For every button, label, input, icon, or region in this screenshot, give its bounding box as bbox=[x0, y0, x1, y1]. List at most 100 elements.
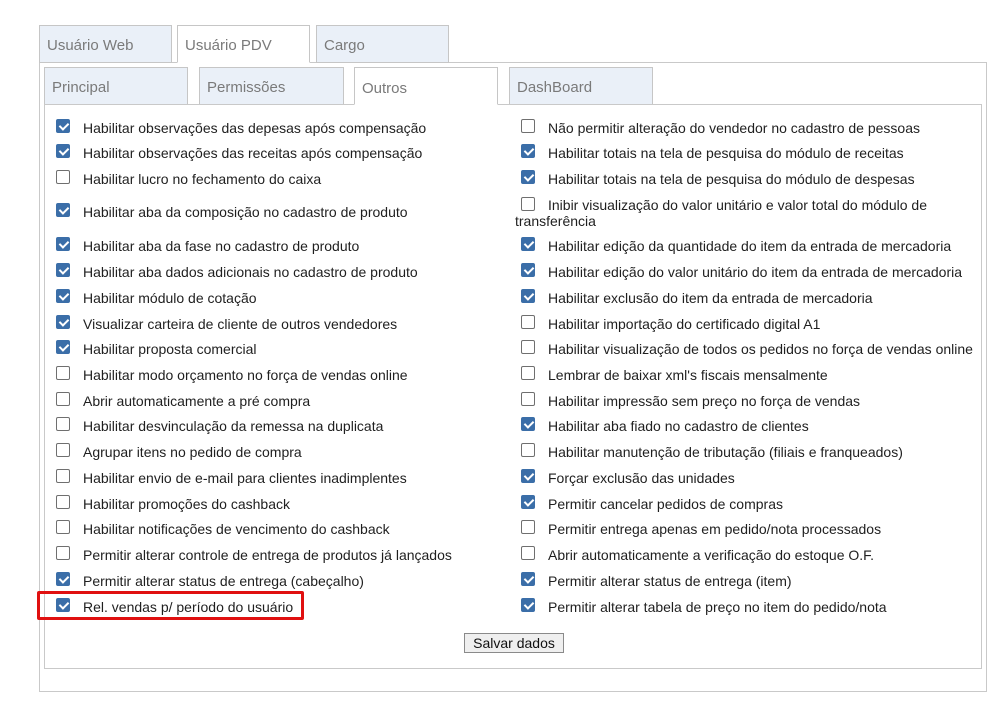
option-checkbox[interactable] bbox=[56, 289, 70, 303]
option-checkbox[interactable] bbox=[521, 170, 535, 184]
option-checkbox[interactable] bbox=[56, 340, 70, 354]
option-checkbox[interactable] bbox=[56, 392, 70, 406]
option-label: Habilitar proposta comercial bbox=[83, 341, 257, 357]
tab-outros[interactable]: Outros bbox=[354, 67, 498, 105]
option-checkbox[interactable] bbox=[521, 263, 535, 277]
tab-usuario-web[interactable]: Usuário Web bbox=[39, 25, 172, 63]
option-label: Habilitar aba fiado no cadastro de clien… bbox=[548, 418, 809, 434]
option-label: Habilitar aba dados adicionais no cadast… bbox=[83, 264, 418, 280]
option-row-left-12[interactable]: Agrupar itens no pedido de compra bbox=[56, 443, 496, 460]
option-row-left-4[interactable]: Habilitar aba da fase no cadastro de pro… bbox=[56, 237, 496, 254]
tab-cargo[interactable]: Cargo bbox=[316, 25, 449, 63]
option-label: Permitir alterar tabela de preço no item… bbox=[548, 599, 887, 615]
option-row-right-1[interactable]: Habilitar totais na tela de pesquisa do … bbox=[521, 144, 971, 161]
option-row-left-6[interactable]: Habilitar módulo de cotação bbox=[56, 289, 496, 306]
option-row-left-13[interactable]: Habilitar envio de e-mail para clientes … bbox=[56, 469, 496, 486]
option-checkbox[interactable] bbox=[56, 572, 70, 586]
option-checkbox[interactable] bbox=[56, 520, 70, 534]
option-row-right-0[interactable]: Não permitir alteração do vendedor no ca… bbox=[521, 119, 971, 136]
option-row-right-16[interactable]: Abrir automaticamente a verificação do e… bbox=[521, 546, 971, 563]
option-label: Habilitar módulo de cotação bbox=[83, 290, 257, 306]
option-row-right-13[interactable]: Forçar exclusão das unidades bbox=[521, 469, 971, 486]
option-label: Habilitar desvinculação da remessa na du… bbox=[83, 418, 384, 434]
option-row-left-2[interactable]: Habilitar lucro no fechamento do caixa bbox=[56, 170, 496, 187]
option-row-right-6[interactable]: Habilitar exclusão do item da entrada de… bbox=[521, 289, 971, 306]
option-checkbox[interactable] bbox=[521, 340, 535, 354]
option-row-left-3[interactable]: Habilitar aba da composição no cadastro … bbox=[56, 203, 496, 220]
tab-principal[interactable]: Principal bbox=[44, 67, 188, 105]
option-checkbox[interactable] bbox=[56, 119, 70, 133]
tab-permissoes[interactable]: Permissões bbox=[199, 67, 344, 105]
option-row-right-14[interactable]: Permitir cancelar pedidos de compras bbox=[521, 495, 971, 512]
option-checkbox[interactable] bbox=[521, 546, 535, 560]
option-row-left-10[interactable]: Abrir automaticamente a pré compra bbox=[56, 392, 496, 409]
option-row-left-15[interactable]: Habilitar notificações de vencimento do … bbox=[56, 520, 496, 537]
option-checkbox[interactable] bbox=[56, 366, 70, 380]
option-checkbox[interactable] bbox=[56, 315, 70, 329]
option-row-right-4[interactable]: Habilitar edição da quantidade do item d… bbox=[521, 237, 971, 254]
option-row-left-8[interactable]: Habilitar proposta comercial bbox=[56, 340, 496, 357]
option-checkbox[interactable] bbox=[521, 315, 535, 329]
option-row-right-12[interactable]: Habilitar manutenção de tributação (fili… bbox=[521, 443, 971, 460]
option-label: Habilitar importação do certificado digi… bbox=[548, 316, 821, 332]
option-label: Abrir automaticamente a verificação do e… bbox=[548, 547, 875, 563]
option-row-right-5[interactable]: Habilitar edição do valor unitário do it… bbox=[521, 263, 971, 280]
option-checkbox[interactable] bbox=[56, 170, 70, 184]
option-row-right-7[interactable]: Habilitar importação do certificado digi… bbox=[521, 315, 971, 332]
option-label: Habilitar modo orçamento no força de ven… bbox=[83, 367, 408, 383]
option-checkbox[interactable] bbox=[521, 237, 535, 251]
option-label: Habilitar impressão sem preço no força d… bbox=[548, 393, 861, 409]
option-checkbox[interactable] bbox=[56, 443, 70, 457]
option-checkbox[interactable] bbox=[56, 417, 70, 431]
option-row-right-8[interactable]: Habilitar visualização de todos os pedid… bbox=[521, 340, 973, 357]
option-row-right-2[interactable]: Habilitar totais na tela de pesquisa do … bbox=[521, 170, 971, 187]
option-checkbox[interactable] bbox=[56, 495, 70, 509]
save-button[interactable]: Salvar dados bbox=[464, 633, 564, 653]
option-row-left-9[interactable]: Habilitar modo orçamento no força de ven… bbox=[56, 366, 496, 383]
option-row-right-10[interactable]: Habilitar impressão sem preço no força d… bbox=[521, 392, 971, 409]
option-row-right-18[interactable]: Permitir alterar tabela de preço no item… bbox=[521, 598, 971, 615]
option-row-right-15[interactable]: Permitir entrega apenas em pedido/nota p… bbox=[521, 520, 971, 537]
option-checkbox[interactable] bbox=[521, 598, 535, 612]
option-checkbox[interactable] bbox=[521, 392, 535, 406]
option-row-right-3[interactable]: Inibir visualização do valor unitário e … bbox=[515, 197, 965, 229]
option-checkbox[interactable] bbox=[521, 197, 535, 211]
option-checkbox[interactable] bbox=[521, 520, 535, 534]
option-label: Habilitar notificações de vencimento do … bbox=[83, 521, 390, 537]
tab-usuario-pdv[interactable]: Usuário PDV bbox=[177, 25, 310, 63]
option-checkbox[interactable] bbox=[521, 443, 535, 457]
option-row-left-5[interactable]: Habilitar aba dados adicionais no cadast… bbox=[56, 263, 496, 280]
option-checkbox[interactable] bbox=[56, 203, 70, 217]
option-row-right-17[interactable]: Permitir alterar status de entrega (item… bbox=[521, 572, 971, 589]
option-checkbox[interactable] bbox=[521, 366, 535, 380]
option-row-left-0[interactable]: Habilitar observações das depesas após c… bbox=[56, 119, 496, 136]
option-checkbox[interactable] bbox=[521, 289, 535, 303]
option-row-right-9[interactable]: Lembrar de baixar xml's fiscais mensalme… bbox=[521, 366, 971, 383]
option-checkbox[interactable] bbox=[521, 417, 535, 431]
option-label: Habilitar edição da quantidade do item d… bbox=[548, 238, 952, 254]
option-checkbox[interactable] bbox=[521, 119, 535, 133]
option-checkbox[interactable] bbox=[56, 144, 70, 158]
option-row-right-11[interactable]: Habilitar aba fiado no cadastro de clien… bbox=[521, 417, 971, 434]
option-row-left-11[interactable]: Habilitar desvinculação da remessa na du… bbox=[56, 417, 496, 434]
option-checkbox[interactable] bbox=[521, 144, 535, 158]
option-row-left-16[interactable]: Permitir alterar controle de entrega de … bbox=[56, 546, 496, 563]
option-checkbox[interactable] bbox=[521, 572, 535, 586]
option-label: Permitir cancelar pedidos de compras bbox=[548, 496, 783, 512]
option-row-left-14[interactable]: Habilitar promoções do cashback bbox=[56, 495, 496, 512]
option-checkbox[interactable] bbox=[521, 495, 535, 509]
option-checkbox[interactable] bbox=[56, 237, 70, 251]
option-label: Habilitar envio de e-mail para clientes … bbox=[83, 470, 407, 486]
option-label: Habilitar totais na tela de pesquisa do … bbox=[548, 145, 904, 161]
option-checkbox[interactable] bbox=[56, 469, 70, 483]
option-checkbox[interactable] bbox=[56, 263, 70, 277]
option-row-left-17[interactable]: Permitir alterar status de entrega (cabe… bbox=[56, 572, 496, 589]
option-row-left-1[interactable]: Habilitar observações das receitas após … bbox=[56, 144, 496, 161]
option-label: Habilitar observações das depesas após c… bbox=[83, 120, 427, 136]
option-checkbox[interactable] bbox=[56, 546, 70, 560]
tab-dashboard[interactable]: DashBoard bbox=[509, 67, 653, 105]
option-label: Não permitir alteração do vendedor no ca… bbox=[548, 120, 920, 136]
option-label: Permitir alterar status de entrega (cabe… bbox=[83, 573, 364, 589]
option-checkbox[interactable] bbox=[521, 469, 535, 483]
option-row-left-7[interactable]: Visualizar carteira de cliente de outros… bbox=[56, 315, 496, 332]
